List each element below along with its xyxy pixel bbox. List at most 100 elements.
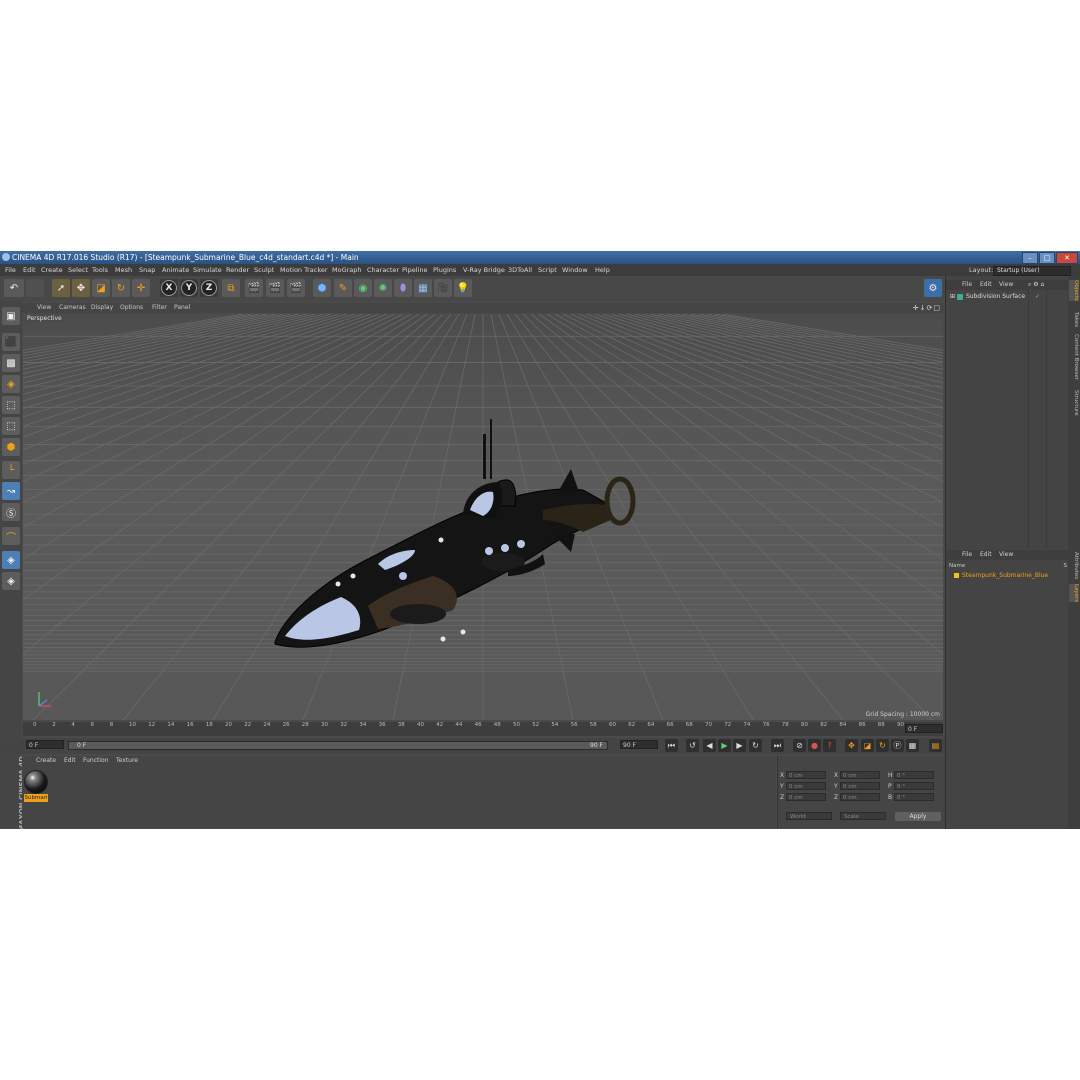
perspective-viewport[interactable]: Perspective Grid Spacing : 10000 cm (23, 314, 943, 720)
edges-mode-icon[interactable]: ⬚ (2, 417, 20, 435)
record-pla-icon[interactable]: ▦ (906, 739, 919, 752)
object-menu-file[interactable]: File (962, 280, 972, 290)
python-script-icon[interactable]: ⚙ (924, 279, 942, 297)
object-menu-view[interactable]: View (999, 280, 1013, 290)
menu-plugins[interactable]: Plugins (433, 264, 456, 276)
coordinate-value-field[interactable]: 0 cm (786, 782, 826, 790)
layer-menu-file[interactable]: File (962, 550, 972, 560)
menu-animate[interactable]: Animate (162, 264, 189, 276)
record-position-icon[interactable]: ✥ (845, 739, 858, 752)
previous-frame-icon[interactable]: ◀ (703, 739, 716, 752)
cube-primitive-icon[interactable]: ⬢ (313, 279, 331, 297)
menu-motion-tracker[interactable]: Motion Tracker (280, 264, 328, 276)
object-menu-edit[interactable]: Edit (980, 280, 992, 290)
render-settings-icon[interactable]: 🎬 (287, 279, 305, 297)
points-mode-icon[interactable]: ⬚ (2, 396, 20, 414)
viewport-menu-panel[interactable]: Panel (174, 303, 190, 313)
polygons-mode-icon[interactable]: ⬢ (2, 438, 20, 456)
coordinate-value-field[interactable]: 0 cm (840, 793, 880, 801)
menu-window[interactable]: Window (562, 264, 588, 276)
redo-icon[interactable] (26, 279, 44, 297)
magnet-icon[interactable]: ⌒ (2, 527, 20, 545)
material-menu-function[interactable]: Function (83, 756, 109, 766)
coordinate-mode-dropdown[interactable]: World (786, 812, 832, 820)
menu-help[interactable]: Help (595, 264, 610, 276)
scale-mode-dropdown[interactable]: Scale (840, 812, 886, 820)
viewport-menu-filter[interactable]: Filter (152, 303, 167, 313)
viewport-menu-view[interactable]: View (37, 303, 51, 313)
coordinate-value-field[interactable]: 0 cm (786, 793, 826, 801)
make-editable-icon[interactable]: ▣ (2, 307, 20, 325)
menu-snap[interactable]: Snap (139, 264, 155, 276)
object-enabled-check-icon[interactable]: ✓ (1035, 293, 1040, 300)
menu-mograph[interactable]: MoGraph (332, 264, 362, 276)
select-live-icon[interactable]: ➚ (52, 279, 70, 297)
menu-render[interactable]: Render (226, 264, 249, 276)
close-button[interactable]: ✕ (1056, 252, 1078, 264)
tab-takes[interactable]: Takes (1069, 312, 1079, 327)
preview-range-slider[interactable]: 0 F 90 F (68, 741, 608, 750)
next-frame-icon[interactable]: ▶ (733, 739, 746, 752)
viewport-camera-label[interactable]: Perspective (25, 315, 64, 322)
tab-structure[interactable]: Structure (1069, 390, 1079, 416)
next-key-icon[interactable]: ↻ (749, 739, 762, 752)
expand-icon[interactable]: ⊞ (950, 293, 955, 300)
last-tool-icon[interactable]: ✛ (132, 279, 150, 297)
coordinate-value-field[interactable]: 0 cm (840, 771, 880, 779)
move-icon[interactable]: ✥ (72, 279, 90, 297)
viewport-menu-display[interactable]: Display (91, 303, 113, 313)
material-swatch[interactable]: Submari (24, 770, 48, 802)
coordinate-value-field[interactable]: 0 ° (894, 771, 934, 779)
play-icon[interactable]: ▶ (718, 739, 731, 752)
menu-mesh[interactable]: Mesh (115, 264, 132, 276)
material-menu-texture[interactable]: Texture (116, 756, 138, 766)
subdivision-surface-icon[interactable]: ◉ (354, 279, 372, 297)
coordinate-value-field[interactable]: 0 ° (894, 793, 934, 801)
floor-icon[interactable]: ▦ (414, 279, 432, 297)
texture-mode-icon[interactable]: ▩ (2, 354, 20, 372)
menu-create[interactable]: Create (41, 264, 63, 276)
render-picture-viewer-icon[interactable]: 🎬 (266, 279, 284, 297)
record-active-objects-icon[interactable]: ⊘ (793, 739, 806, 752)
menu-edit[interactable]: Edit (23, 264, 36, 276)
z-axis-lock-button[interactable]: Z (200, 279, 218, 297)
current-frame-field[interactable]: 0 F (905, 724, 943, 733)
menu-script[interactable]: Script (538, 264, 557, 276)
rotate-icon[interactable]: ↻ (112, 279, 130, 297)
menu-vray-bridge[interactable]: V-Ray Bridge (463, 264, 505, 276)
axis-mode-icon[interactable]: └ (2, 461, 20, 479)
minimize-button[interactable]: – (1022, 252, 1038, 264)
menu-simulate[interactable]: Simulate (193, 264, 222, 276)
x-axis-lock-button[interactable]: X (160, 279, 178, 297)
menu-character[interactable]: Character (367, 264, 399, 276)
layer-menu-view[interactable]: View (999, 550, 1013, 560)
keyframe-selection-icon[interactable]: ? (823, 739, 836, 752)
menu-select[interactable]: Select (68, 264, 88, 276)
timeline-ruler[interactable]: 0 2 4 6 8 10 12 14 16 18 20 22 24 26 28 30 32 34 36 38 40 42 4… (23, 722, 943, 736)
record-parameter-icon[interactable]: Ⓟ (891, 739, 904, 752)
start-frame-field[interactable]: 0 F (26, 740, 64, 749)
scale-icon[interactable]: ◪ (92, 279, 110, 297)
viewport-navigation-icons[interactable]: ✛↓⟳□ (913, 303, 941, 313)
tab-objects[interactable]: Objects (1069, 280, 1079, 301)
snapping-icon[interactable]: Ⓢ (2, 503, 20, 521)
menu-file[interactable]: File (5, 264, 16, 276)
menu-tools[interactable]: Tools (92, 264, 108, 276)
light-icon[interactable]: 💡 (454, 279, 472, 297)
coordinate-value-field[interactable]: 0 cm (786, 771, 826, 779)
viewport-menu-cameras[interactable]: Cameras (59, 303, 86, 313)
menu-sculpt[interactable]: Sculpt (254, 264, 274, 276)
maximize-button[interactable]: □ (1039, 252, 1055, 264)
record-scale-icon[interactable]: ◪ (861, 739, 874, 752)
camera-icon[interactable]: 🎥 (434, 279, 452, 297)
array-generator-icon[interactable]: ✺ (374, 279, 392, 297)
layout-dropdown[interactable]: Startup (User) (993, 266, 1071, 276)
menu-pipeline[interactable]: Pipeline (402, 264, 427, 276)
layer-row[interactable]: Steampunk_Submarine_Blue (954, 572, 1048, 579)
model-mode-icon[interactable]: ⬛ (2, 333, 20, 351)
y-axis-lock-button[interactable]: Y (180, 279, 198, 297)
viewport-menu-options[interactable]: Options (120, 303, 143, 313)
previous-key-icon[interactable]: ↺ (686, 739, 699, 752)
timeline-window-icon[interactable]: ▤ (929, 739, 942, 752)
end-frame-field[interactable]: 90 F (620, 740, 658, 749)
